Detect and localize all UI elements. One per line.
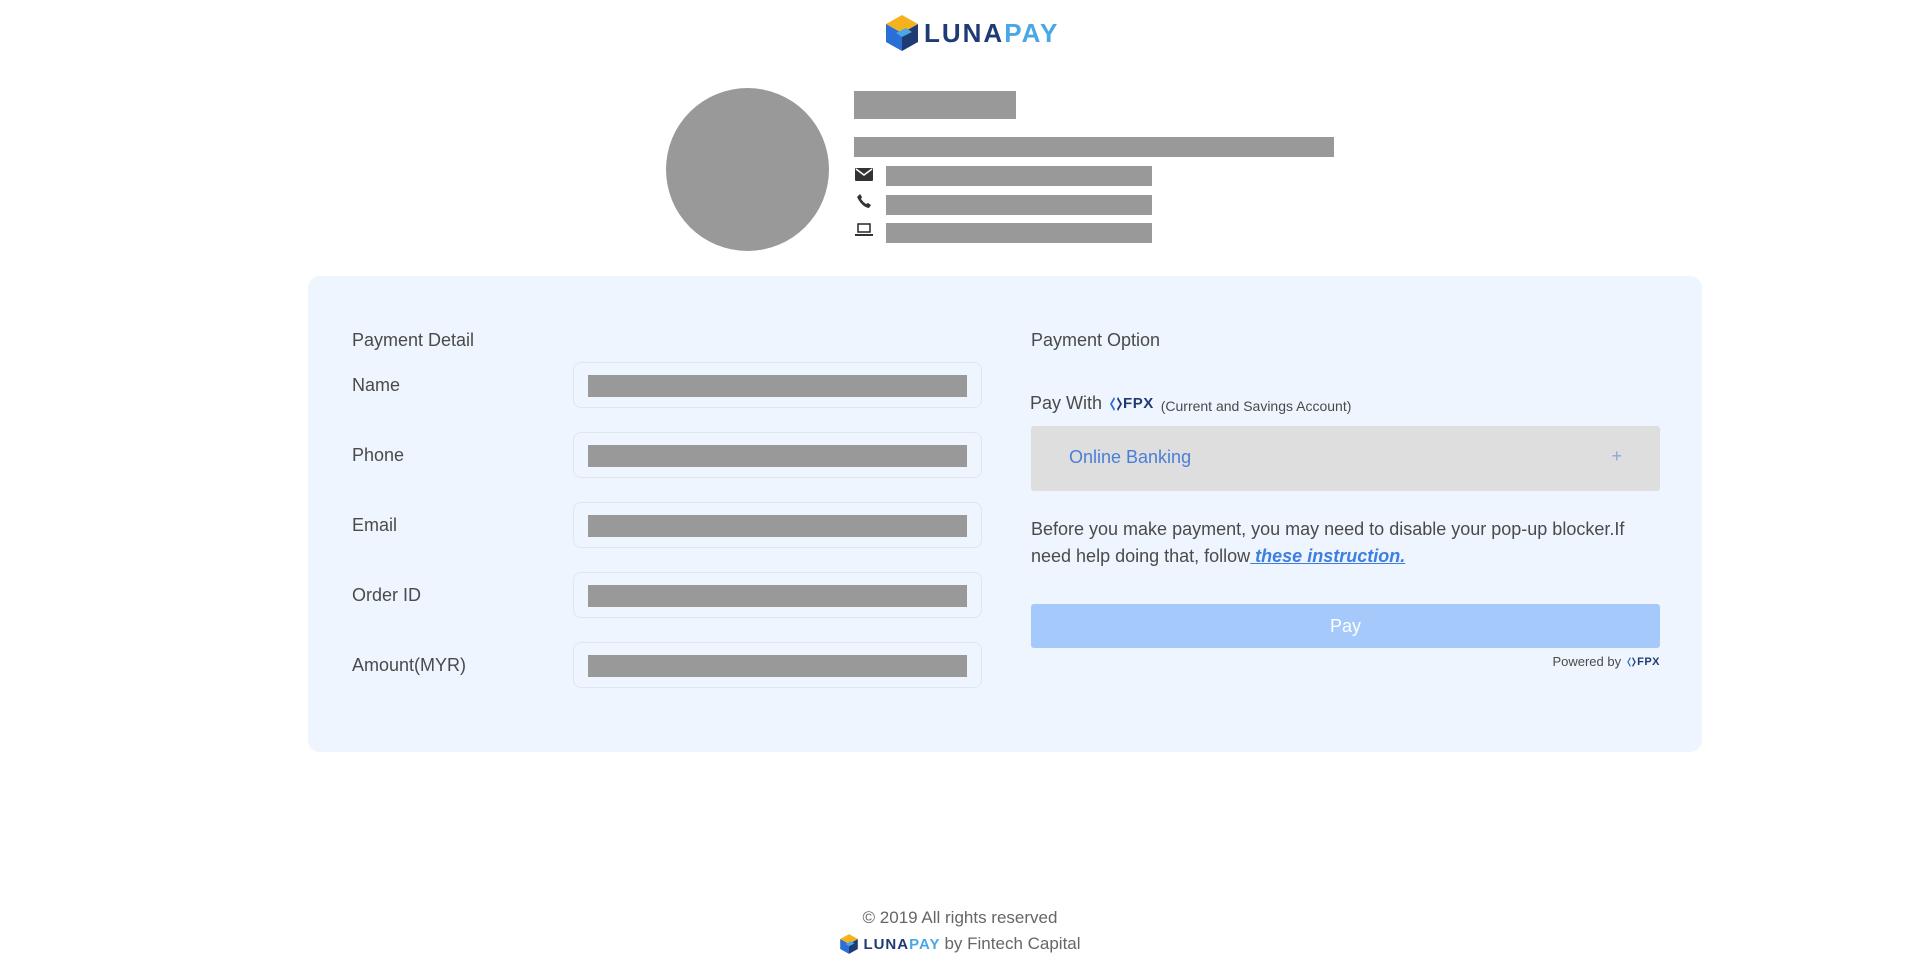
merchant-address-redacted — [854, 137, 1334, 157]
footer-lunapay-wordmark: LUNAPAY — [863, 935, 941, 953]
payment-option-title: Payment Option — [1031, 330, 1161, 350]
footer-lunapay-cube-icon — [840, 934, 859, 954]
lunapay-cube-icon — [886, 15, 918, 51]
footer-by-text: by Fintech Capital — [944, 934, 1081, 953]
phone-icon — [854, 192, 874, 210]
email-label: Email — [352, 515, 398, 535]
pay-with-row: Pay With FPX (Current and Savings Accoun… — [1030, 393, 1351, 414]
envelope-icon — [854, 165, 874, 183]
fpx-small-mark-icon — [1627, 656, 1636, 667]
merchant-website-redacted — [886, 223, 1152, 243]
name-field[interactable] — [573, 362, 982, 408]
order-id-value-redacted — [588, 585, 967, 607]
online-banking-label: Online Banking — [1069, 447, 1192, 467]
lunapay-logo: LUNAPAY — [884, 13, 1059, 53]
powered-by-fpx: Powered by FPX — [1552, 654, 1660, 669]
merchant-email-redacted — [886, 166, 1152, 186]
phone-value-redacted — [588, 445, 967, 467]
fpx-small-text: FPX — [1637, 655, 1660, 668]
amount-value-redacted — [588, 655, 967, 677]
footer-brand: LUNAPAY by Fintech Capital — [0, 933, 1920, 955]
name-value-redacted — [588, 375, 967, 397]
fpx-mark-icon — [1110, 396, 1123, 411]
name-label: Name — [352, 375, 401, 395]
account-type-note: (Current and Savings Account) — [1160, 397, 1352, 414]
pay-button[interactable]: Pay — [1031, 604, 1660, 648]
email-field[interactable] — [573, 502, 982, 548]
expand-plus-icon[interactable]: + — [1611, 446, 1622, 467]
online-banking-select[interactable]: Online Banking + — [1031, 426, 1660, 491]
fpx-small-logo: FPX — [1627, 656, 1660, 668]
email-value-redacted — [588, 515, 967, 537]
merchant-info — [666, 88, 1366, 253]
amount-field[interactable] — [573, 642, 982, 688]
phone-field[interactable] — [573, 432, 982, 478]
fpx-logo: FPX — [1110, 395, 1154, 412]
merchant-avatar — [666, 88, 829, 251]
popup-blocker-notice: Before you make payment, you may need to… — [1031, 516, 1660, 570]
fpx-text: FPX — [1123, 395, 1154, 412]
laptop-icon — [854, 221, 874, 239]
order-id-field[interactable] — [573, 572, 982, 618]
powered-by-label: Powered by — [1552, 654, 1622, 669]
payment-detail-title: Payment Detail — [352, 330, 475, 350]
order-id-label: Order ID — [352, 585, 422, 605]
pay-with-label: Pay With — [1030, 393, 1103, 413]
footer-copyright: © 2019 All rights reserved — [862, 908, 1058, 927]
merchant-name-redacted — [854, 91, 1016, 119]
lunapay-wordmark: LUNAPAY — [924, 17, 1060, 48]
amount-label: Amount(MYR) — [352, 655, 467, 675]
payment-card: Payment Detail Name Phone Email Order ID… — [308, 276, 1702, 752]
phone-label: Phone — [352, 445, 405, 465]
instruction-link[interactable]: these instruction. — [1250, 546, 1405, 566]
merchant-phone-redacted — [886, 195, 1152, 215]
